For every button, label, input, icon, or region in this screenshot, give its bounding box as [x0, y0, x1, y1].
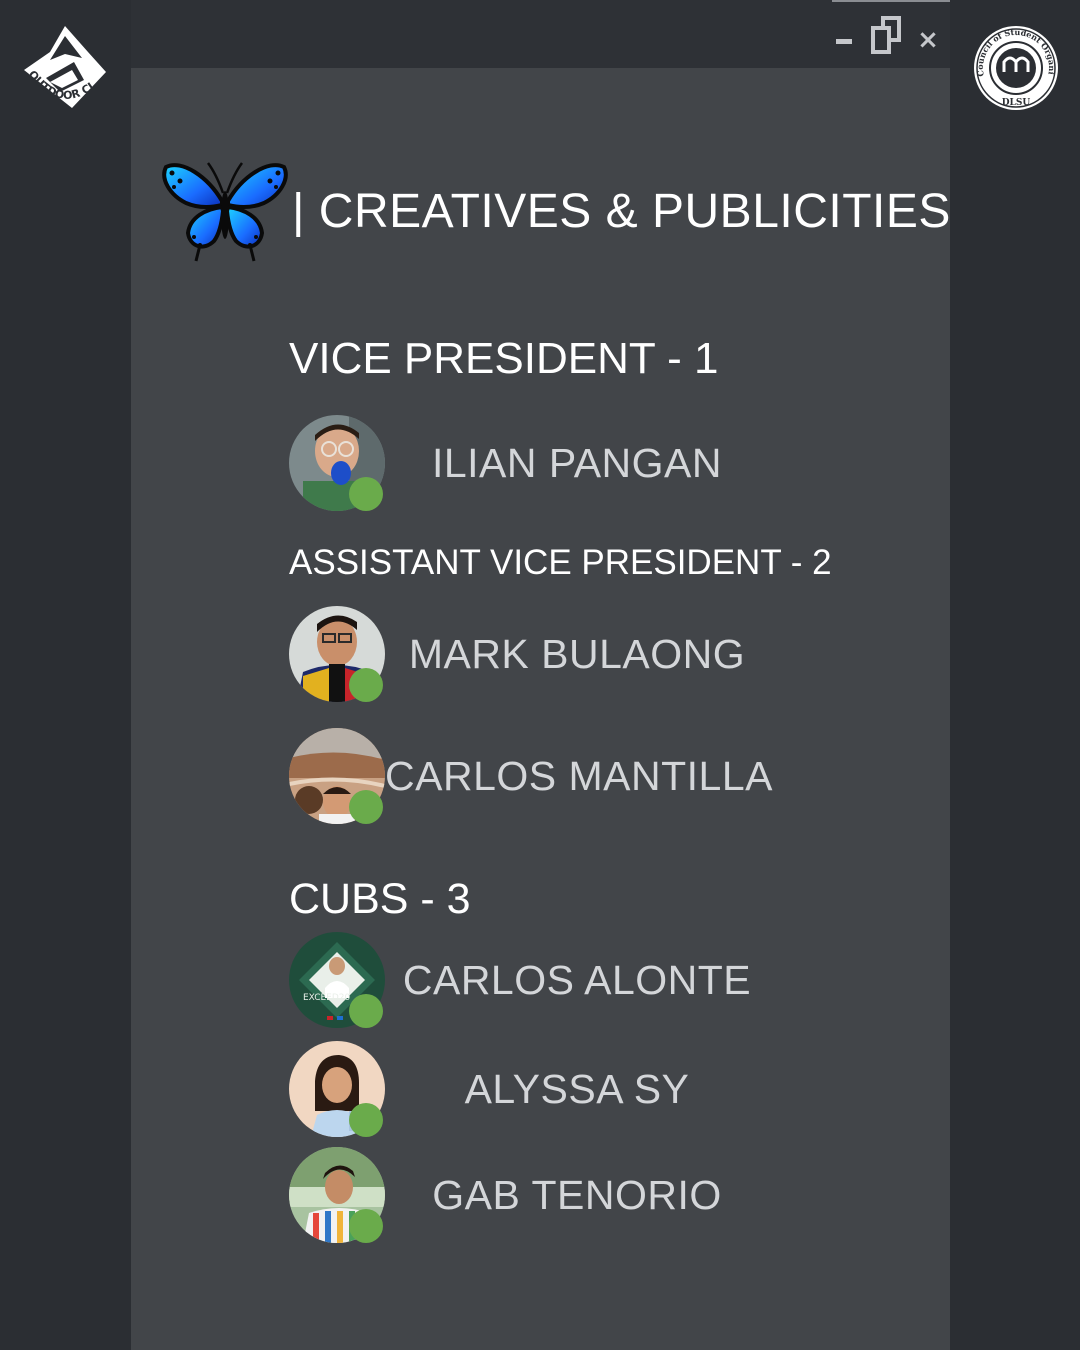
svg-text:EXCEED20: EXCEED20 [303, 993, 351, 1003]
member-item[interactable]: MARK BULAONG [289, 606, 789, 702]
member-name: CARLOS MANTILLA [385, 753, 773, 799]
page-header: | CREATIVES & PUBLICITIES [160, 156, 951, 266]
outdoor-club-logo: OUTDOOR CLUB [16, 12, 110, 114]
online-status-indicator [349, 790, 383, 824]
section-title-assistant-vice-president: ASSISTANT VICE PRESIDENT - 2 [289, 543, 832, 582]
page-title: | CREATIVES & PUBLICITIES [292, 184, 951, 238]
member-name: GAB TENORIO [432, 1172, 722, 1218]
section-title-vice-president: VICE PRESIDENT - 1 [289, 334, 719, 383]
member-name: CARLOS ALONTE [402, 957, 752, 1003]
title-bar [131, 0, 950, 68]
online-status-indicator [349, 477, 383, 511]
close-button[interactable]: × [916, 16, 940, 64]
online-status-indicator [349, 1103, 383, 1137]
restore-button[interactable] [869, 16, 905, 56]
member-item[interactable]: ALYSSA SY [289, 1041, 789, 1137]
member-name: MARK BULAONG [408, 631, 746, 677]
member-item[interactable]: CARLOS MANTILLA [289, 728, 789, 824]
title-bar-accent [832, 0, 950, 2]
member-item[interactable]: ILIAN PANGAN [289, 415, 789, 511]
section-title-cubs: CUBS - 3 [289, 875, 471, 923]
left-margin [0, 0, 131, 1350]
member-name: ILIAN PANGAN [431, 440, 723, 486]
cso-seal-logo: Council of Student Organizations DLSU [969, 16, 1060, 112]
svg-text:DLSU: DLSU [1002, 98, 1031, 108]
right-margin [950, 0, 1080, 1350]
member-item[interactable]: EXCEED20 CARLOS ALONTE [289, 932, 789, 1028]
online-status-indicator [349, 668, 383, 702]
butterfly-icon [162, 162, 288, 262]
member-name: ALYSSA SY [464, 1066, 690, 1112]
restore-icon [871, 16, 901, 54]
online-status-indicator [349, 994, 383, 1028]
minimize-button[interactable] [834, 16, 854, 64]
online-status-indicator [349, 1209, 383, 1243]
member-item[interactable]: GAB TENORIO [289, 1147, 789, 1243]
